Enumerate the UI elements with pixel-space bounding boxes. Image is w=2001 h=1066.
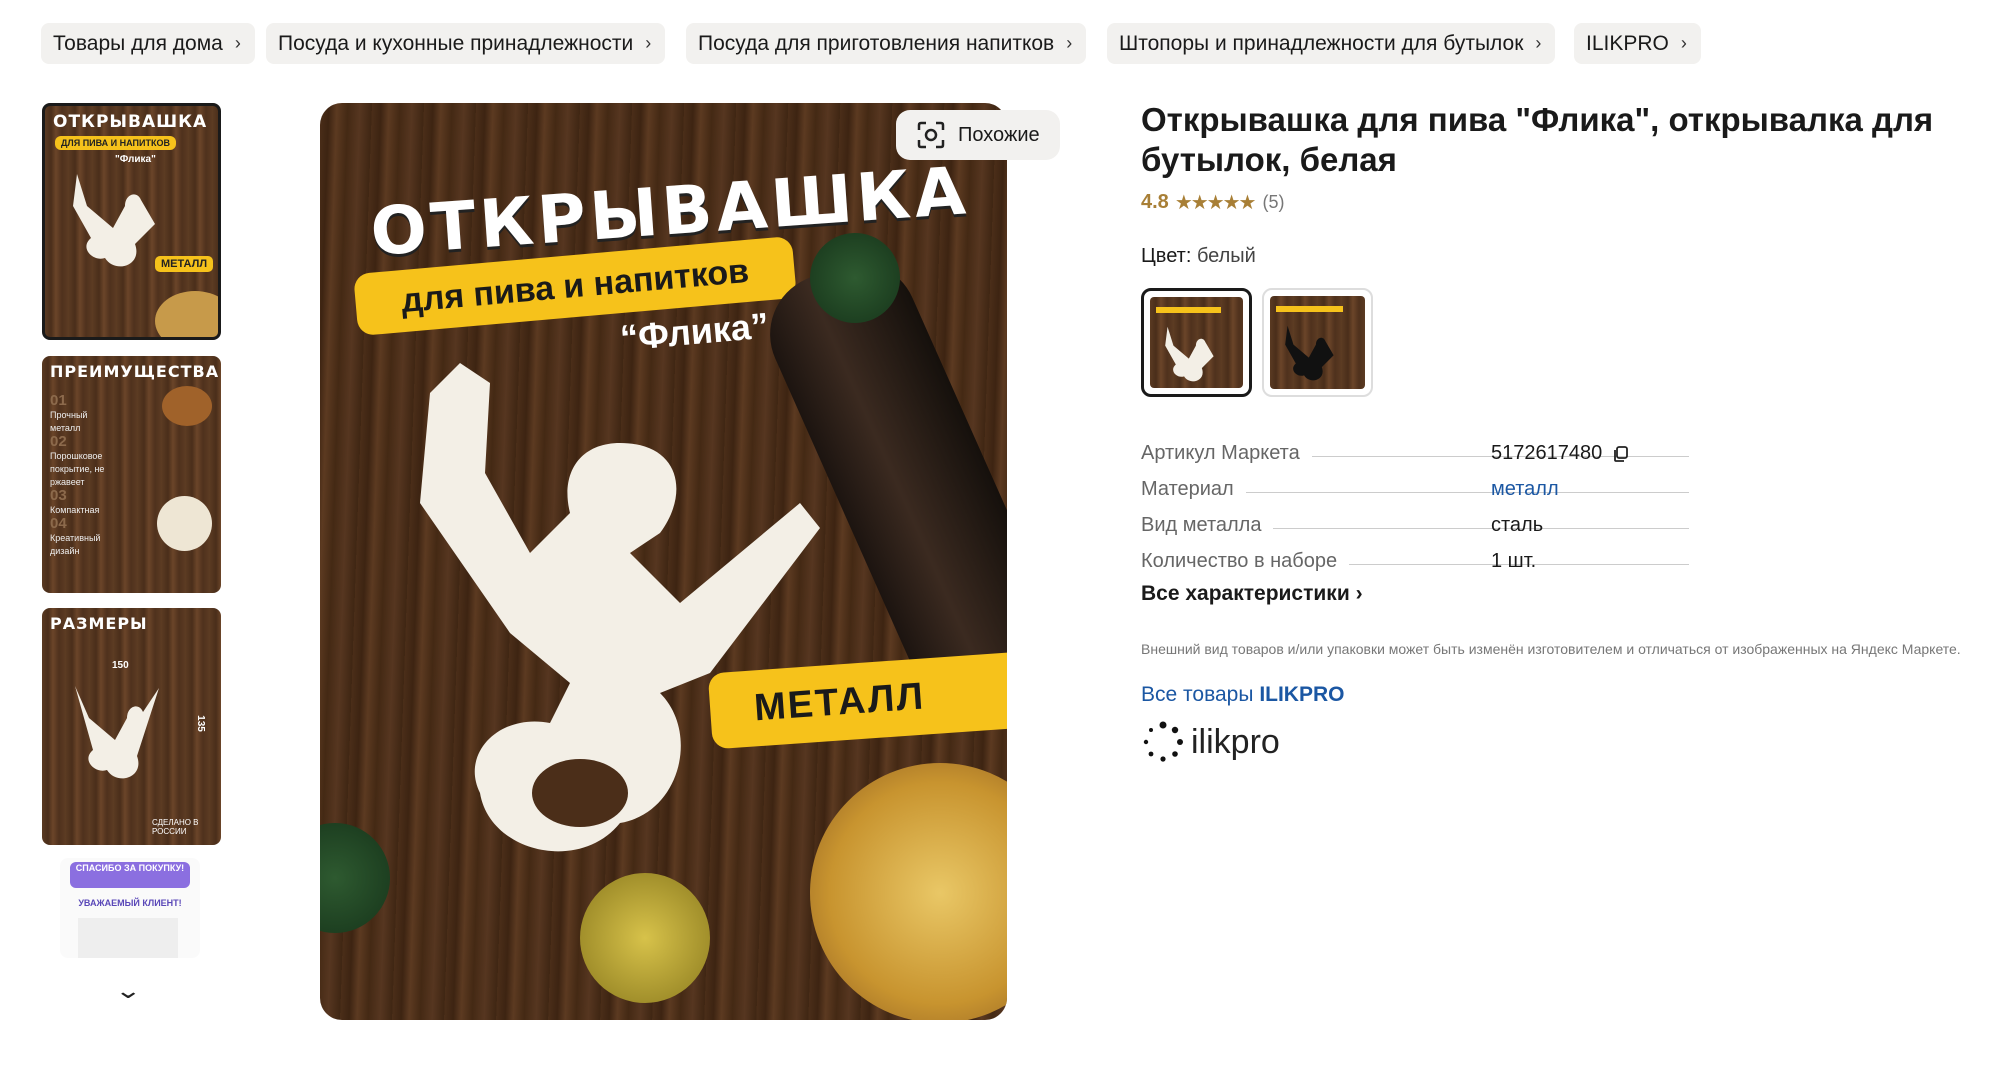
all-goods-prefix: Все товары [1141, 683, 1254, 706]
height-dimension: 135 [194, 715, 206, 732]
thumbnail-subtitle: "Флика" [115, 154, 156, 165]
spec-value: 5172617480 [1491, 442, 1630, 465]
gallery-thumbnail-3[interactable]: РАЗМЕРЫ 150 135 СДЕЛАНО В РОССИИ [42, 608, 221, 845]
gallery-thumbnail-2[interactable]: ПРЕИМУЩЕСТВА 01 Прочный металл 02 Порошков… [42, 356, 221, 593]
breadcrumb-item-tableware[interactable]: Посуда и кухонные принадлежности › [266, 23, 666, 64]
rating-stars-icon: ★★★★★ [1174, 192, 1257, 214]
opener-silhouette-icon [73, 174, 155, 267]
color-label: Цвет: [1141, 245, 1192, 267]
greeting-text: УВАЖАЕМЫЙ КЛИЕНТ! [78, 898, 182, 908]
variant-ribbon [1276, 306, 1343, 312]
spec-label: Количество в наборе [1141, 550, 1338, 572]
product-title: Открывашка для пива "Флика", открывалка … [1141, 101, 1934, 178]
gallery-thumbnail-4[interactable]: СПАСИБО ЗА ПОКУПКУ! УВАЖАЕМЫЙ КЛИЕНТ! [60, 858, 200, 958]
chevron-right-icon: › [645, 33, 652, 53]
breadcrumb-item-corkscrews[interactable]: Штопоры и принадлежности для бутылок › [1107, 23, 1556, 64]
made-in-russia-label: СДЕЛАНО В РОССИИ [152, 818, 199, 836]
opener-silhouette-icon [1165, 326, 1214, 382]
thumbnail-title: РАЗМЕРЫ [50, 614, 148, 633]
breadcrumb-label: Штопоры и принадлежности для бутылок [1119, 31, 1524, 55]
color-variant-black[interactable] [1262, 288, 1373, 397]
color-variant-white[interactable] [1141, 288, 1252, 397]
width-dimension: 150 [112, 660, 129, 671]
thumbnail-badge: МЕТАЛЛ [155, 256, 214, 272]
spec-value: сталь [1491, 514, 1544, 536]
brand-logo[interactable]: ilikpro [1141, 720, 1280, 764]
spec-label: Вид металла [1141, 514, 1262, 536]
color-value: белый [1196, 245, 1256, 267]
beer-glass-image [157, 496, 212, 551]
thumbnail-title: ПРЕИМУЩЕСТВА [50, 362, 220, 381]
benefits-list: 01 Прочный металл 02 Порошковое покрытие, … [50, 392, 105, 556]
main-product-image[interactable]: ОТКРЫВАШКА для пива и напитков “Флика” М… [320, 103, 1007, 1020]
breadcrumb-item-brand[interactable]: ILIKPRO › [1574, 23, 1701, 64]
rating-value: 4.8 [1141, 191, 1169, 213]
spec-row-sku: Артикул Маркета 5172617480 [1141, 431, 1701, 465]
similar-button[interactable]: Похожие [896, 110, 1060, 160]
thankyou-banner: СПАСИБО ЗА ПОКУПКУ! [70, 862, 190, 888]
card-text-block [78, 918, 178, 958]
spec-divider [1273, 528, 1689, 529]
material-link[interactable]: металл [1491, 478, 1559, 501]
bottle-cap-image [580, 873, 710, 1003]
chevron-down-icon[interactable]: ⌄ [114, 978, 142, 1004]
copy-icon[interactable] [1612, 445, 1630, 463]
breadcrumb-label: ILIKPRO [1586, 31, 1669, 55]
chevron-right-icon: › [234, 33, 241, 53]
variant-thumbnail [1150, 297, 1243, 388]
gallery-thumbnail-1[interactable]: ОТКРЫВАШКА ДЛЯ ПИВА И НАПИТКОВ "Флика" М… [42, 103, 221, 340]
rating-row[interactable]: 4.8 ★★★★★ (5) [1141, 190, 1284, 215]
all-brand-goods-link[interactable]: Все товары ILIKPRO [1141, 683, 1344, 707]
chips-bowl-image [155, 291, 218, 337]
spec-row-metal-type: Вид металла сталь [1141, 503, 1701, 537]
spec-label: Артикул Маркета [1141, 442, 1300, 464]
opener-silhouette-icon [420, 363, 820, 852]
breadcrumb-label: Посуда для приготовления напитков [698, 31, 1055, 55]
breadcrumb-label: Товары для дома [53, 31, 223, 55]
all-specs-link[interactable]: Все характеристики › [1141, 582, 1363, 606]
spec-row-quantity: Количество в наборе 1 шт. [1141, 539, 1701, 573]
thumbnail-title: ОТКРЫВАШКА [53, 112, 208, 132]
chevron-right-icon: › [1535, 33, 1542, 53]
sku-value: 5172617480 [1491, 442, 1603, 464]
breadcrumb-label: Посуда и кухонные принадлежности [278, 31, 634, 55]
chevron-right-icon: › [1066, 33, 1073, 53]
chevron-right-icon: › [1680, 33, 1687, 53]
main-image-product-name: “Флика” [618, 304, 771, 359]
opener-silhouette-icon [1285, 325, 1334, 381]
color-selector-label: Цвет: белый [1141, 245, 1256, 268]
scan-icon [917, 121, 945, 149]
brand-logo-icon [1143, 721, 1183, 762]
breadcrumb-item-drink-ware[interactable]: Посуда для приготовления напитков › [686, 23, 1087, 64]
spec-label: Материал [1141, 478, 1234, 500]
spec-value: 1 шт. [1491, 550, 1537, 572]
breadcrumb-item-home-goods[interactable]: Товары для дома › [41, 23, 255, 64]
pretzel-image [162, 386, 212, 426]
similar-button-label: Похожие [958, 123, 1040, 146]
thumbnail-ribbon: ДЛЯ ПИВА И НАПИТКОВ [55, 136, 176, 150]
spec-row-material: Материал металл [1141, 467, 1701, 501]
spec-divider [1245, 492, 1689, 493]
disclaimer-text: Внешний вид товаров и/или упаковки может… [1141, 641, 1961, 657]
opener-silhouette-icon [75, 686, 159, 779]
variant-ribbon [1156, 307, 1222, 313]
variant-thumbnail [1270, 296, 1365, 389]
all-goods-brand: ILIKPRO [1259, 683, 1345, 706]
review-count[interactable]: (5) [1262, 192, 1284, 213]
brand-logo-text: ilikpro [1191, 722, 1280, 761]
